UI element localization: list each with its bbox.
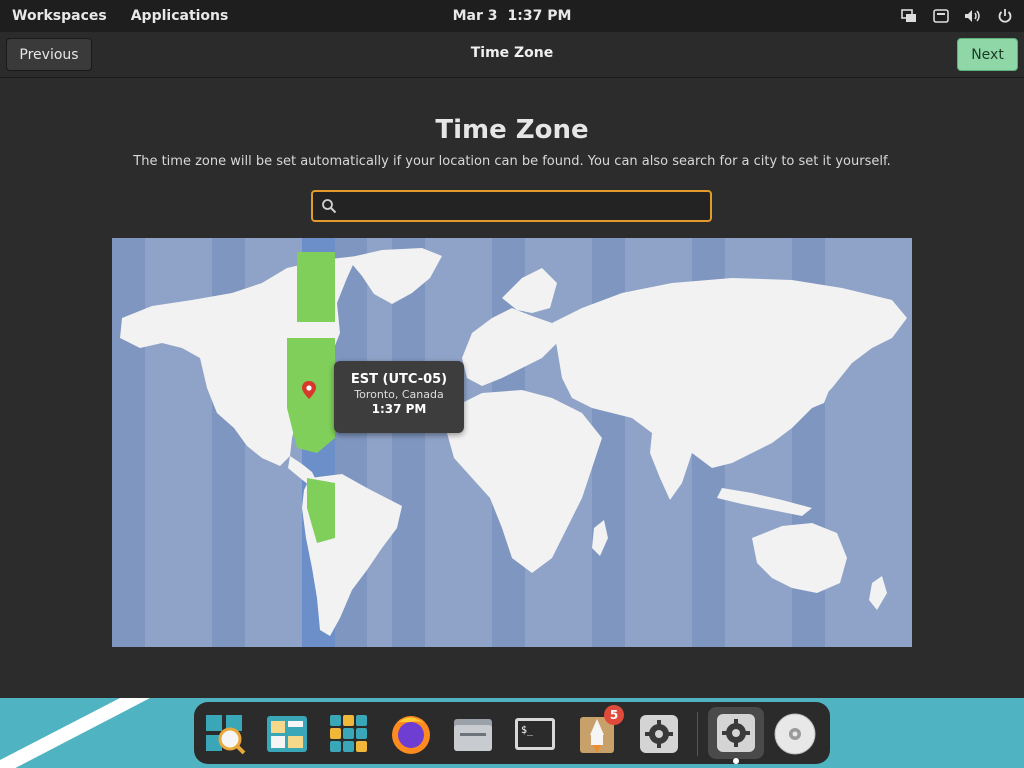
time-zone-map[interactable] [112, 238, 912, 647]
terminal-icon[interactable]: $_ [512, 711, 558, 757]
tooltip-zone: EST (UTC-05) [350, 372, 448, 387]
files-app-icon[interactable] [450, 711, 496, 757]
tooltip-time: 1:37 PM [371, 402, 427, 416]
clock-time[interactable]: 1:37 PM [508, 8, 572, 24]
header-bar: Previous Time Zone Next [0, 32, 1024, 78]
volume-icon[interactable] [964, 7, 982, 25]
dock: $_ 5 [194, 702, 830, 764]
search-field[interactable] [311, 190, 712, 222]
notification-badge: 5 [604, 705, 624, 725]
power-icon[interactable] [996, 7, 1014, 25]
location-pin-icon [302, 381, 316, 399]
firefox-icon[interactable] [388, 711, 434, 757]
launcher-icon[interactable]: 5 [574, 705, 624, 757]
dock-separator [697, 712, 698, 756]
next-button[interactable]: Next [957, 38, 1018, 71]
time-zone-tooltip: EST (UTC-05) Toronto, Canada 1:37 PM [334, 361, 464, 433]
search-input[interactable] [345, 196, 700, 216]
settings-gear-icon[interactable] [636, 711, 682, 757]
search-icon [322, 199, 337, 214]
page-description: The time zone will be set automatically … [133, 154, 891, 169]
keyboard-icon[interactable] [932, 7, 950, 25]
tasks-app-icon[interactable] [264, 711, 310, 757]
applications-button[interactable]: Applications [119, 8, 241, 24]
appcenter-search-icon[interactable] [202, 711, 248, 757]
clock-date[interactable]: Mar 3 [453, 8, 498, 24]
workspaces-button[interactable]: Workspaces [0, 8, 119, 24]
svg-text:$_: $_ [521, 725, 534, 736]
top-panel: Workspaces Applications Mar 3 1:37 PM [0, 0, 1024, 32]
header-title: Time Zone [470, 45, 554, 61]
main-content: Time Zone The time zone will be set auto… [0, 79, 1024, 698]
apps-grid-icon[interactable] [326, 711, 372, 757]
active-app-indicator [733, 758, 739, 764]
disks-app-icon[interactable] [772, 711, 818, 757]
tooltip-city: Toronto, Canada [354, 388, 444, 401]
page-title: Time Zone [435, 115, 589, 145]
system-settings-icon[interactable] [708, 707, 764, 759]
network-icon[interactable] [900, 7, 918, 25]
